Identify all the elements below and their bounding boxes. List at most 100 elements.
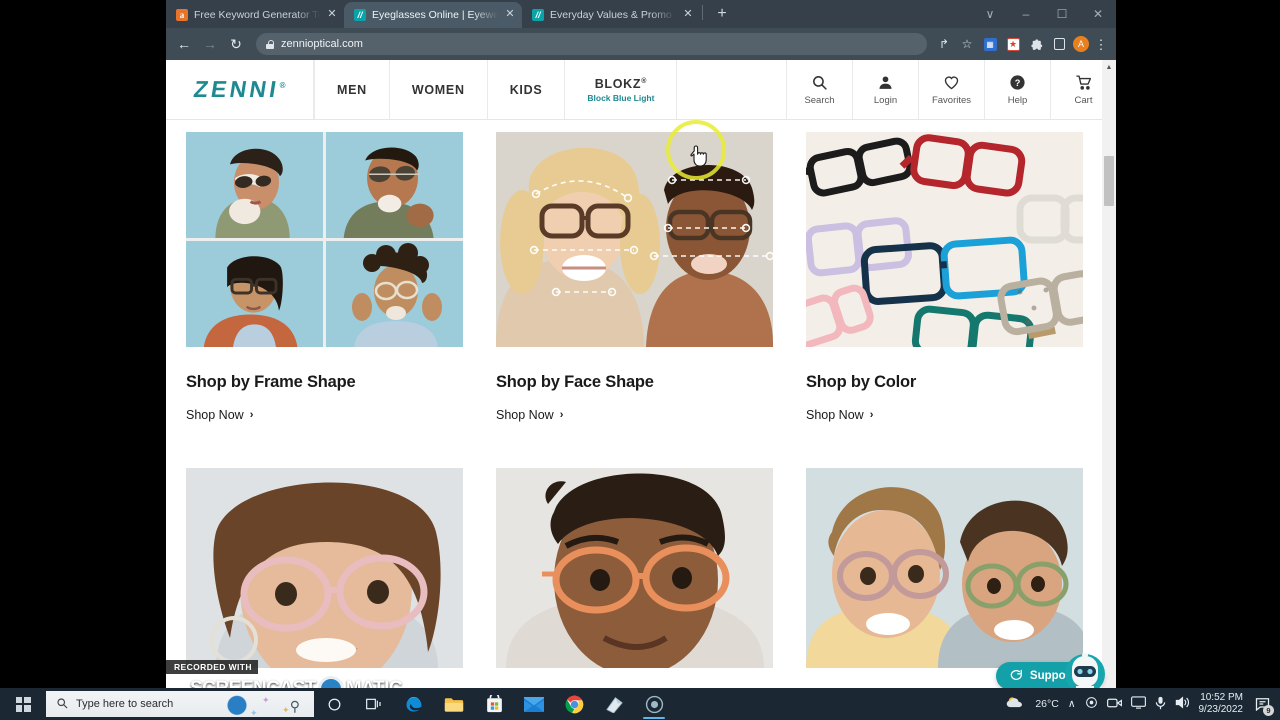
mail-icon[interactable] — [514, 688, 554, 720]
browser-tab[interactable]: // Everyday Values & Promo Codes ✕ — [522, 2, 700, 28]
nav-item-kids[interactable]: KIDS — [488, 60, 566, 119]
taskbar-clock[interactable]: 10:52 PM 9/23/2022 — [1199, 692, 1244, 716]
shop-now-link[interactable]: Shop Now › — [806, 408, 873, 422]
tab-strip: a Free Keyword Generator Tool: Fin ✕ // … — [166, 0, 1116, 28]
maximize-button[interactable]: ☐ — [1044, 0, 1080, 28]
avatar[interactable]: A — [1073, 36, 1089, 52]
photo-woman-clear-glasses — [326, 241, 463, 347]
shop-now-link[interactable]: Shop Now › — [496, 408, 563, 422]
start-button[interactable] — [0, 688, 46, 720]
chevron-down-icon[interactable]: ∨ — [972, 0, 1008, 28]
nav-item-blokz[interactable]: BLOKZ® Block Blue Light — [565, 60, 678, 119]
browser-toolbar: ← → ↻ zennioptical.com ↱ ☆ ▦ ★ A ⋮ — [166, 28, 1116, 60]
side-panel-icon[interactable] — [1050, 35, 1068, 53]
card-image-face-shape — [496, 132, 773, 347]
microsoft-store-icon[interactable] — [474, 688, 514, 720]
back-button[interactable]: ← — [172, 32, 196, 56]
edge-icon[interactable] — [394, 688, 434, 720]
screencast-o-matic-icon[interactable] — [594, 688, 634, 720]
site-header: ZENNI® MEN WOMEN KIDS BLOKZ® Block Blue … — [166, 60, 1116, 120]
utility-help[interactable]: ? Help — [984, 60, 1050, 119]
bookmark-star-icon[interactable]: ☆ — [958, 35, 976, 53]
browser-tab[interactable]: a Free Keyword Generator Tool: Fin ✕ — [166, 2, 344, 28]
card-shop-by-frame-shape[interactable]: Shop by Frame Shape Shop Now › — [186, 132, 463, 424]
heart-icon — [943, 74, 960, 91]
main-navigation: MEN WOMEN KIDS BLOKZ® Block Blue Light — [314, 60, 786, 119]
extension-blue-icon[interactable]: ▦ — [981, 35, 999, 53]
close-icon[interactable]: ✕ — [682, 9, 694, 21]
search-placeholder: Type here to search — [76, 698, 174, 710]
nav-item-women[interactable]: WOMEN — [390, 60, 488, 119]
support-chat-widget[interactable]: Support — [995, 653, 1105, 698]
question-circle-icon: ? — [1009, 74, 1026, 91]
lock-icon — [266, 39, 275, 49]
reload-button[interactable]: ↻ — [224, 32, 248, 56]
site-logo[interactable]: ZENNI® — [166, 60, 314, 119]
page-scrollbar[interactable]: ▲ — [1102, 60, 1116, 720]
url-text: zennioptical.com — [281, 38, 363, 50]
photo-man-eyeglasses — [186, 241, 323, 347]
task-view-icon[interactable] — [354, 688, 394, 720]
new-tab-button[interactable]: + — [709, 4, 735, 26]
card-row2-item[interactable] — [806, 468, 1083, 668]
clock-date: 9/23/2022 — [1198, 704, 1244, 715]
extensions-puzzle-icon[interactable] — [1027, 35, 1045, 53]
volume-icon[interactable] — [1175, 696, 1190, 712]
address-bar[interactable]: zennioptical.com — [256, 33, 927, 55]
close-icon[interactable]: ✕ — [504, 9, 516, 21]
card-shop-by-face-shape[interactable]: Shop by Face Shape Shop Now › — [496, 132, 773, 424]
chrome-browser-window: a Free Keyword Generator Tool: Fin ✕ // … — [166, 0, 1116, 720]
browser-tab-active[interactable]: // Eyeglasses Online | Eyewear for E ✕ — [344, 2, 522, 28]
utility-label: Search — [804, 94, 835, 106]
extension-red-star-icon[interactable]: ★ — [1004, 35, 1022, 53]
close-window-button[interactable]: ✕ — [1080, 0, 1116, 28]
display-cast-icon[interactable] — [1130, 696, 1146, 712]
clock-time: 10:52 PM — [1200, 692, 1243, 703]
close-icon[interactable]: ✕ — [326, 9, 338, 21]
system-tray: 26°C ∧ 10:52 PM 9/23/2022 9 — [1006, 692, 1280, 716]
card-image-woman-pink-glasses — [186, 468, 463, 668]
chrome-menu-icon[interactable]: ⋮ — [1094, 38, 1108, 51]
onedrive-record-icon[interactable] — [1085, 696, 1098, 712]
chrome-icon[interactable] — [554, 688, 594, 720]
shop-now-label: Shop Now — [186, 408, 244, 422]
card-row2-item[interactable] — [496, 468, 773, 668]
webcam-icon[interactable] — [1106, 697, 1122, 712]
card-shop-by-color[interactable]: Shop by Color Shop Now › — [806, 132, 1083, 424]
cart-icon — [1075, 74, 1093, 91]
card-title: Shop by Frame Shape — [186, 373, 356, 391]
forward-button[interactable]: → — [198, 32, 222, 56]
utility-favorites[interactable]: Favorites — [918, 60, 984, 119]
taskbar-search-input[interactable]: Type here to search ✦ ✦ ✦ ⚲ — [46, 691, 314, 717]
utility-search[interactable]: Search — [786, 60, 852, 119]
minimize-button[interactable]: – — [1008, 0, 1044, 28]
scrollbar-thumb[interactable] — [1104, 156, 1114, 206]
card-image-man-orange-glasses — [496, 468, 773, 668]
page-viewport: ZENNI® MEN WOMEN KIDS BLOKZ® Block Blue … — [166, 60, 1116, 720]
show-hidden-icons-chevron[interactable]: ∧ — [1068, 698, 1076, 710]
notification-center-button[interactable]: 9 — [1252, 694, 1274, 716]
utility-label: Favorites — [931, 94, 972, 106]
share-icon[interactable]: ↱ — [935, 35, 953, 53]
microphone-icon[interactable] — [1155, 696, 1166, 713]
cortana-icon[interactable] — [314, 688, 354, 720]
shop-now-link[interactable]: Shop Now › — [186, 408, 253, 422]
nav-item-men[interactable]: MEN — [314, 60, 390, 119]
partly-cloudy-icon[interactable] — [1006, 695, 1026, 713]
tab-title: Eyeglasses Online | Eyewear for E — [372, 9, 498, 21]
file-explorer-icon[interactable] — [434, 688, 474, 720]
utility-label: Login — [873, 94, 898, 106]
tab-title: Everyday Values & Promo Codes — [550, 9, 676, 21]
tab-divider — [702, 4, 703, 20]
windows-taskbar: Type here to search ✦ ✦ ✦ ⚲ 26°C ∧ 10:52… — [0, 688, 1280, 720]
card-row2-item[interactable] — [186, 468, 463, 668]
toolbar-icons: ↱ ☆ ▦ ★ A ⋮ — [935, 35, 1110, 53]
screen: a Free Keyword Generator Tool: Fin ✕ // … — [0, 0, 1280, 720]
chevron-right-icon: › — [559, 409, 564, 421]
search-decoration: ✦ ✦ ✦ ⚲ — [204, 691, 314, 717]
scroll-up-arrow-icon[interactable]: ▲ — [1102, 60, 1116, 74]
photo-man-sunglasses — [326, 132, 463, 238]
recorder-active-icon[interactable] — [634, 688, 674, 720]
utility-login[interactable]: Login — [852, 60, 918, 119]
card-image-frame-shape — [186, 132, 463, 347]
